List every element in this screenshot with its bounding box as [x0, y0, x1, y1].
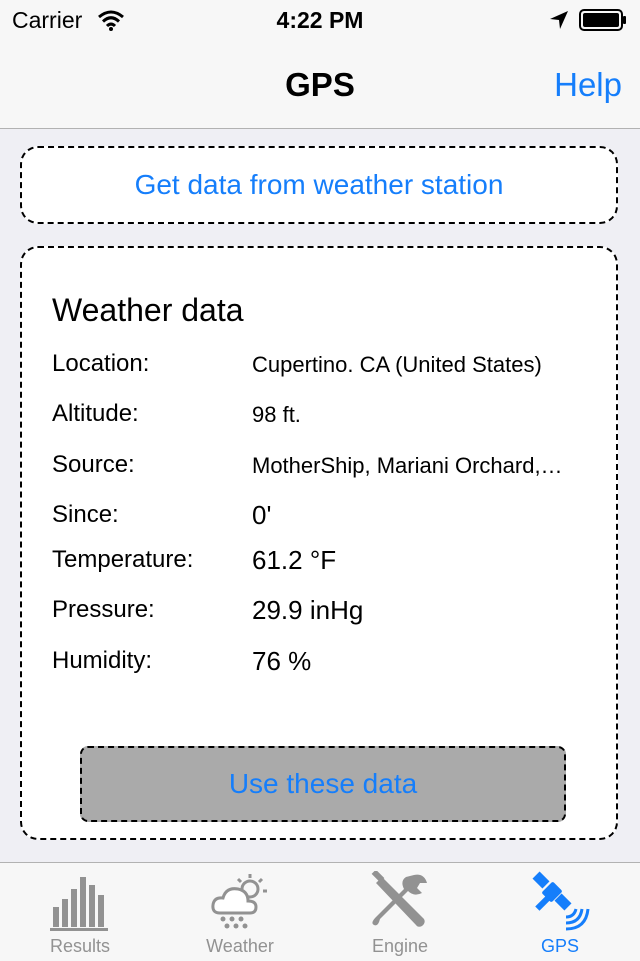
altitude-label: Altitude:: [52, 400, 139, 427]
altitude-value: 98 ft.: [252, 402, 301, 427]
source-label: Source:: [52, 451, 135, 478]
temperature-value: 61.2 °F: [252, 545, 337, 575]
tab-engine[interactable]: Engine: [320, 863, 480, 961]
tab-results[interactable]: Results: [0, 863, 160, 961]
status-time: 4:22 PM: [276, 7, 364, 33]
tab-weather[interactable]: Weather: [160, 863, 320, 961]
pressure-value: 29.9 inHg: [252, 595, 364, 625]
pressure-label: Pressure:: [52, 596, 155, 623]
tab-label: Weather: [206, 936, 274, 956]
bar-chart-icon: [50, 877, 108, 931]
status-bar: Carrier 4:22 PM: [0, 0, 640, 40]
since-value: 0': [252, 500, 272, 530]
tab-label: GPS: [540, 936, 579, 956]
tab-label: Results: [49, 936, 111, 956]
tab-bar: Results Weather Engine GPS: [0, 862, 640, 961]
temperature-label: Temperature:: [52, 546, 194, 573]
tab-label: Engine: [371, 936, 429, 956]
tools-icon: [371, 871, 427, 927]
page-title: GPS: [285, 66, 355, 103]
navigation-bar: GPS Help: [0, 40, 640, 129]
humidity-value: 76 %: [252, 646, 312, 676]
get-data-button[interactable]: Get data from weather station: [20, 146, 618, 224]
source-value: MotherShip, Mariani Orchard,…: [252, 453, 563, 478]
card-title: Weather data: [52, 292, 244, 328]
help-button[interactable]: Help: [554, 66, 622, 104]
weather-data-card: Weather data Location: Cupertino. CA (Un…: [20, 246, 618, 840]
weather-icon: [211, 874, 267, 929]
location-value: Cupertino. CA (United States): [252, 352, 542, 377]
battery-icon: [579, 9, 626, 31]
tab-gps[interactable]: GPS: [480, 863, 640, 961]
satellite-icon: [532, 871, 590, 931]
use-data-button[interactable]: Use these data: [80, 746, 566, 822]
since-label: Since:: [52, 501, 119, 528]
humidity-label: Humidity:: [52, 647, 153, 674]
location-arrow-icon: [550, 11, 568, 29]
location-label: Location:: [52, 350, 150, 377]
